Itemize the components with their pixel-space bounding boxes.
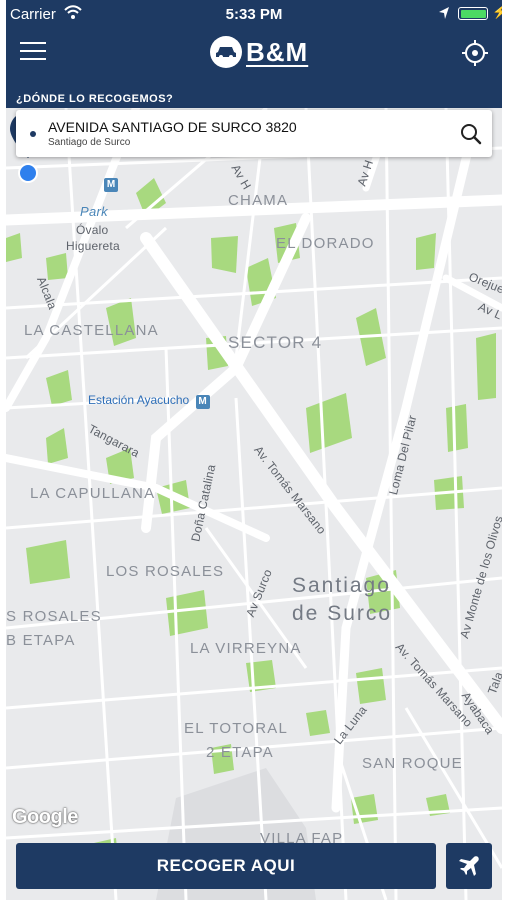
status-time: 5:33 PM (225, 6, 283, 23)
battery-fill (460, 9, 486, 18)
station-name: Estación Ayacucho (88, 393, 190, 407)
app-frame: CHAMA EL DORADO LA CASTELLANA SECTOR 4 L… (6, 0, 502, 900)
label-estacion-ayacucho: Estación Ayacucho M (88, 393, 210, 409)
status-bar: Carrier 5:33 PM ⚡ (6, 0, 502, 28)
airplane-icon (459, 856, 479, 876)
header-bar: Carrier 5:33 PM ⚡ B&M ¿DÓNDE LO RECOGEMO… (6, 0, 502, 108)
label-san-roque: SAN ROQUE (362, 755, 463, 772)
label-santiago: Santiago (292, 574, 391, 597)
district-text: Santiago de Surco (48, 137, 131, 148)
label-el-dorado: EL DORADO (276, 235, 375, 252)
label-higuereta: Higuereta (66, 239, 120, 253)
label-la-castellana: LA CASTELLANA (24, 322, 159, 339)
label-la-virreyna: LA VIRREYNA (190, 640, 302, 657)
crosshair-icon[interactable] (462, 40, 488, 66)
pickup-here-button[interactable]: RECOGER AQUI (16, 843, 436, 889)
label-de-surco: de Surco (292, 602, 393, 625)
label-2-etapa: 2 ETAPA (206, 744, 274, 761)
label-los-rosales: LOS ROSALES (106, 563, 225, 580)
metro-badge-2: M (195, 395, 210, 409)
label-la-capullana: LA CAPULLANA (30, 485, 156, 502)
label-el-totoral: EL TOTORAL (184, 720, 288, 737)
airport-button[interactable] (446, 843, 492, 889)
brand-logo: B&M (210, 36, 308, 68)
car-icon (210, 36, 242, 68)
pickup-prompt: ¿DÓNDE LO RECOGEMOS? (16, 93, 174, 105)
location-arrow-icon (439, 7, 449, 19)
label-ovalo: Óvalo (76, 223, 109, 237)
battery-icon (458, 7, 488, 20)
map-view[interactable]: CHAMA EL DORADO LA CASTELLANA SECTOR 4 L… (6, 108, 502, 900)
search-icon[interactable] (460, 123, 482, 145)
label-chama: CHAMA (228, 192, 289, 209)
google-attribution[interactable]: Google (12, 806, 78, 829)
label-park: Park (80, 204, 108, 219)
hamburger-icon[interactable] (20, 42, 46, 66)
label-sector-4: SECTOR 4 (228, 333, 323, 352)
charging-bolt-icon: ⚡ (492, 4, 502, 19)
label-b-etapa: B ETAPA (6, 632, 76, 649)
address-text: AVENIDA SANTIAGO DE SURCO 3820 (48, 119, 297, 135)
metro-badge: M (104, 178, 118, 192)
brand-name: B&M (246, 36, 309, 67)
address-search-field[interactable]: AVENIDA SANTIAGO DE SURCO 3820 Santiago … (16, 110, 492, 157)
address-dot (30, 131, 36, 137)
label-s-rosales: S ROSALES (6, 608, 102, 625)
